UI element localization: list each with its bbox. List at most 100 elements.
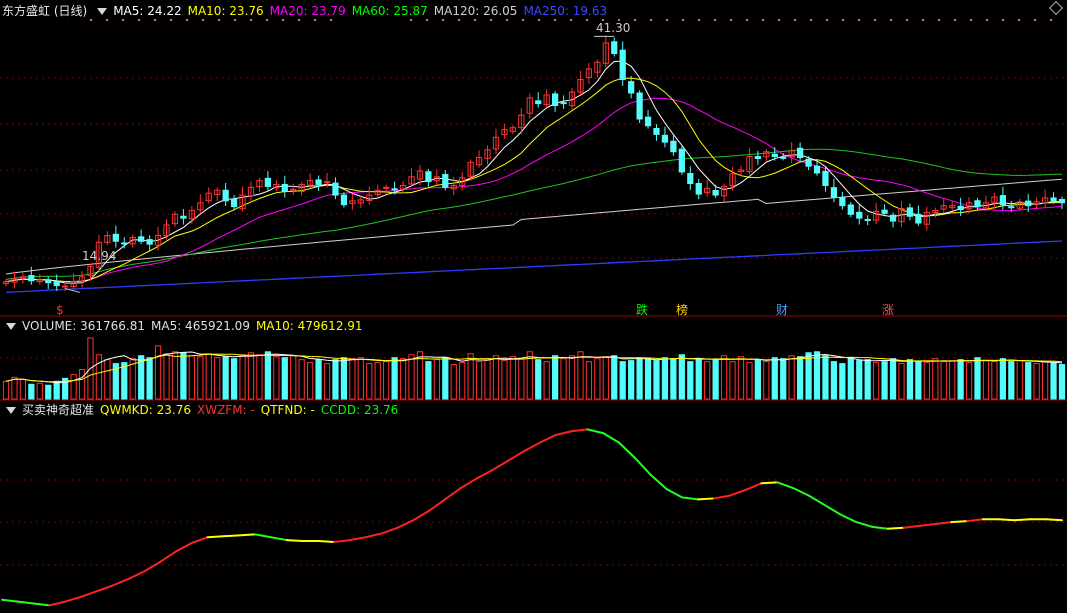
candle-body (146, 239, 153, 245)
event-dot (826, 19, 828, 21)
candle-body (391, 188, 398, 191)
indicator-segment (349, 536, 367, 542)
candle-body (290, 188, 297, 191)
volume-bar (171, 351, 179, 400)
candle-body (889, 214, 897, 222)
indicator-segment (48, 600, 67, 607)
indicator-segment (886, 526, 905, 530)
candle-body (121, 242, 128, 245)
candle-body (856, 211, 863, 219)
indicator-segment (728, 488, 747, 497)
high-price-label: 41.30 (596, 21, 631, 35)
event-dot (234, 19, 236, 21)
volume-bar (940, 361, 947, 400)
event-dot (970, 19, 972, 21)
volume-bar (754, 359, 761, 400)
event-dot (954, 19, 956, 21)
volume-bar (856, 360, 863, 400)
indicator-segment (570, 428, 589, 433)
candle-body (695, 183, 702, 195)
candle-body (332, 182, 339, 196)
indicator-segment (681, 496, 700, 501)
volume-bar (543, 361, 550, 400)
event-mark-4[interactable]: 涨 (882, 303, 894, 317)
candle-body (619, 49, 626, 81)
candle-body (822, 170, 829, 186)
event-dot (986, 19, 988, 21)
indicator-segment (95, 584, 114, 593)
event-dot (154, 19, 156, 21)
indicator-segment (254, 533, 272, 539)
indicator-segment (507, 450, 526, 462)
volume-bar (611, 355, 618, 400)
event-dot (874, 19, 876, 21)
volume-bar (408, 354, 415, 400)
volume-bar (957, 359, 964, 400)
volume-bar (720, 355, 728, 400)
indicator-segment (586, 428, 605, 435)
candle-body (45, 279, 52, 284)
volume-bar (881, 361, 888, 400)
volume-bar (670, 358, 677, 400)
event-dot (202, 19, 204, 21)
event-mark-2[interactable]: 榜 (676, 303, 688, 317)
volume-bar (509, 356, 516, 400)
volume-bar (340, 357, 348, 400)
volume-bar (197, 356, 204, 400)
event-dot (186, 19, 188, 21)
candle-body (535, 100, 542, 105)
event-mark-0[interactable]: $ (56, 303, 64, 317)
indicator-segment (16, 600, 35, 605)
candle-body (957, 205, 964, 211)
volume-bar (399, 358, 407, 400)
volume-bar (45, 384, 52, 400)
volume-bar (256, 354, 263, 400)
indicator-segment (712, 494, 731, 500)
event-dot (922, 19, 924, 21)
volume-bar (501, 360, 508, 400)
volume-bar (425, 361, 432, 400)
candle-body (315, 179, 322, 185)
indicator-segment (744, 482, 763, 491)
event-dot (794, 19, 796, 21)
indicator-segment (428, 498, 446, 512)
volume-bar (391, 357, 398, 400)
candle-body (653, 127, 660, 135)
volume-bar (577, 351, 584, 400)
volume-ma10-line (5, 353, 1063, 383)
event-mark-3[interactable]: 财 (776, 303, 788, 317)
candle-body (839, 197, 846, 207)
candle-body (552, 93, 559, 107)
event-mark-1[interactable]: 跌 (636, 303, 648, 317)
volume-bar (1050, 362, 1057, 400)
event-dot (1050, 19, 1052, 21)
event-dot (458, 19, 460, 21)
volume-bar (332, 359, 339, 400)
volume-bar (737, 356, 745, 400)
indicator-segment (222, 534, 241, 538)
volume-bar (619, 361, 626, 400)
stock-chart[interactable] (0, 0, 1067, 613)
candle-body (1058, 198, 1066, 204)
volume-bar (28, 383, 35, 400)
volume-bar (763, 361, 770, 400)
indicator-segment (111, 577, 130, 587)
volume-bar (484, 358, 491, 400)
volume-bar (906, 359, 914, 400)
candle-body (62, 285, 69, 288)
volume-bar (864, 359, 871, 400)
volume-bar (949, 360, 956, 400)
volume-bar (104, 359, 111, 400)
indicator-segment (997, 518, 1016, 522)
event-dot (314, 19, 316, 21)
volume-bar (281, 357, 288, 400)
volume-bar (239, 354, 246, 400)
indicator-segment (649, 473, 668, 490)
volume-bar (788, 355, 795, 400)
indicator-segment (175, 541, 193, 553)
candle-body (754, 156, 761, 159)
volume-bar (771, 357, 778, 400)
candle-body (796, 147, 804, 159)
indicator-segment (523, 441, 541, 453)
event-dot (490, 19, 492, 21)
